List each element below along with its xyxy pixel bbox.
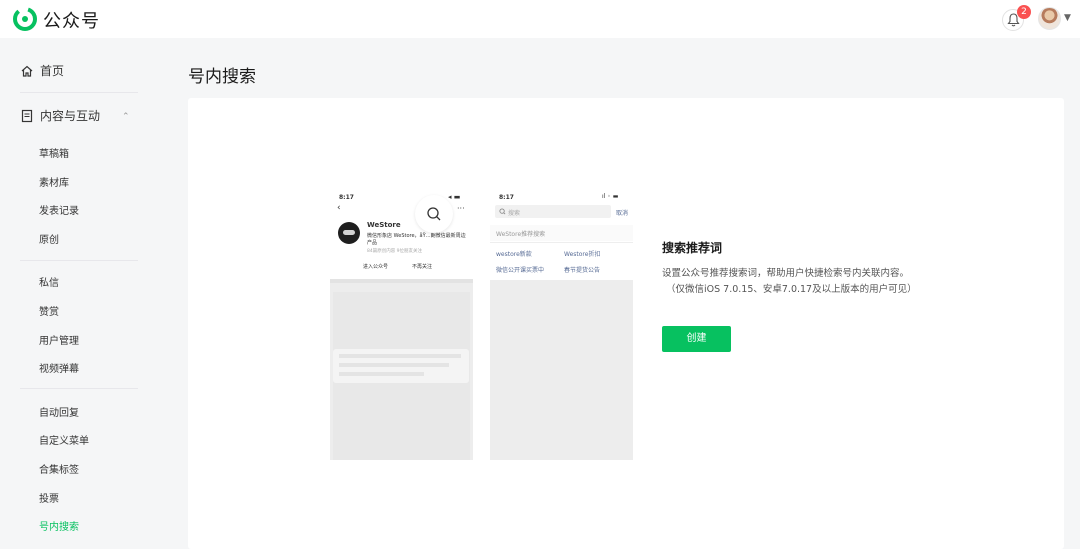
follow-info: 84篇原创内容 9位朋友关注 (367, 249, 423, 254)
page-title: 号内搜索 (188, 67, 256, 87)
sidebar-item-auto-reply[interactable]: 自动回复 (39, 404, 79, 419)
account-name: WeStore (367, 221, 401, 229)
create-button[interactable]: 创建 (662, 326, 731, 352)
chevron-down-icon[interactable]: ▼ (1064, 13, 1071, 23)
sidebar-item-materials[interactable]: 素材库 (39, 174, 69, 189)
search-placeholder: 搜索 (508, 210, 521, 217)
home-icon (21, 65, 33, 77)
sidebar-item-collection-tags[interactable]: 合集标签 (39, 461, 79, 476)
sidebar-item-vote[interactable]: 投票 (39, 490, 59, 505)
brand-name[interactable]: 公众号 (43, 7, 100, 33)
status-icons: ◂ ▬ (448, 193, 461, 201)
top-bar: 公众号 2 ▼ (0, 0, 1080, 38)
search-icon (499, 208, 506, 215)
sidebar-group-content[interactable]: 内容与互动 (20, 107, 100, 124)
status-time: 8:17 (499, 194, 514, 201)
search-icon (427, 207, 441, 221)
sidebar-item-messages[interactable]: 私信 (39, 274, 59, 289)
unfollow-link: 不再关注 (412, 264, 433, 270)
account-desc: 微信形象店 WeStore，åŸ…朗微信最新周边 (367, 233, 466, 239)
sidebar-item-original[interactable]: 原创 (39, 231, 59, 246)
document-icon (21, 109, 33, 122)
account-avatar (338, 222, 360, 244)
recommend-title: 搜索推荐词 (662, 241, 723, 255)
phone-preview-search: 8:17 ıl ◦ ▬ 搜索 取消 WeStore推荐搜索 westore新款 … (490, 186, 633, 460)
chevron-right-icon: › (462, 232, 465, 240)
keyword-item: 春节提货公告 (564, 267, 601, 274)
keyword-item: westore新款 (496, 251, 532, 258)
avatar[interactable] (1038, 7, 1061, 30)
back-arrow-icon: ‹ (337, 203, 341, 213)
recommend-desc-line-1: 设置公众号推荐搜索词，帮助用户快捷检索号内关联内容。 (662, 268, 910, 279)
sidebar-item-in-account-search[interactable]: 号内搜索 (39, 518, 79, 533)
wechat-logo-icon[interactable] (13, 7, 37, 31)
article-card-placeholder (333, 349, 469, 383)
divider (20, 92, 138, 93)
keyword-item: 微信公开课买票中 (496, 267, 545, 274)
sidebar-item-custom-menu[interactable]: 自定义菜单 (39, 432, 89, 447)
sidebar-item-home[interactable]: 首页 (20, 62, 64, 79)
search-highlight-bubble (415, 195, 453, 233)
sidebar-item-publish-records[interactable]: 发表记录 (39, 202, 79, 217)
sidebar-item-rewards[interactable]: 赞赏 (39, 303, 59, 318)
recommend-description: 设置公众号推荐搜索词，帮助用户快捷检索号内关联内容。 （仅微信iOS 7.0.1… (662, 266, 917, 298)
divider (20, 260, 138, 261)
status-icons: ıl ◦ ▬ (602, 193, 619, 200)
cancel-link: 取消 (616, 210, 629, 217)
chevron-up-icon[interactable]: ⌃ (122, 112, 130, 122)
sidebar-item-video-danmaku[interactable]: 视频弹幕 (39, 360, 79, 375)
section-title: WeStore推荐搜索 (496, 231, 546, 238)
account-desc-2: 产品 (367, 240, 378, 246)
notification-badge: 2 (1017, 5, 1031, 19)
sidebar-item-user-management[interactable]: 用户管理 (39, 332, 79, 347)
more-icon: ··· (457, 204, 465, 213)
recommend-desc-line-2: （仅微信iOS 7.0.15、安卓7.0.17及以上版本的用户可见） (666, 284, 917, 295)
search-bar: 搜索 (495, 205, 611, 218)
sidebar-group-label: 内容与互动 (40, 109, 101, 123)
sidebar: 首页 内容与互动 ⌃ 草稿箱 素材库 发表记录 原创 私信 赞赏 用户管理 视频… (0, 38, 150, 549)
sidebar-item-drafts[interactable]: 草稿箱 (39, 145, 69, 160)
keyword-item: Westore折扣 (564, 251, 601, 258)
enter-account-link: 进入公众号 (363, 264, 389, 270)
phone-preview-account: 8:17 ◂ ▬ ‹ ··· WeStore 微信形象店 WeStore，åŸ…… (330, 186, 473, 460)
status-time: 8:17 (339, 194, 354, 201)
divider (20, 388, 138, 389)
sidebar-item-label: 首页 (40, 64, 65, 78)
